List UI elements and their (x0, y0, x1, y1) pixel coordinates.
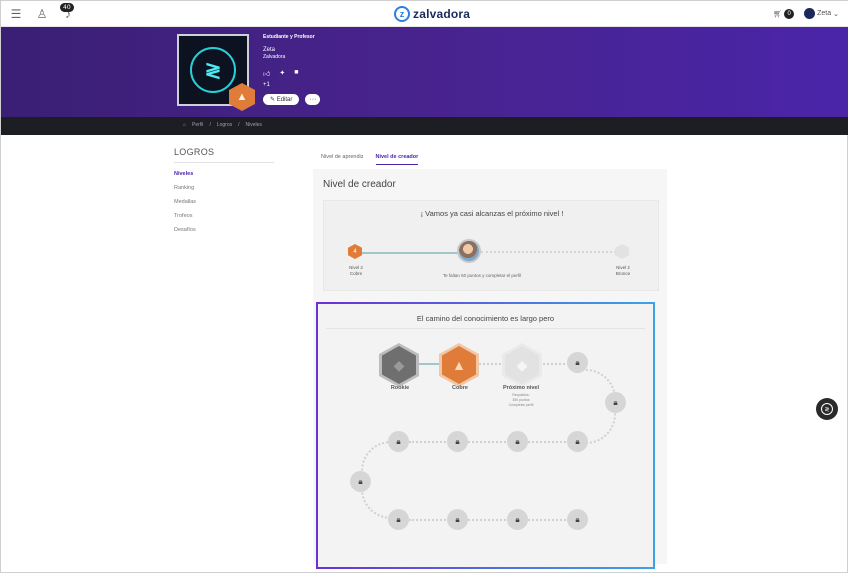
user-icon[interactable]: ♙ (35, 7, 49, 21)
breadcrumb: ⌂ Perfil / Logros / Niveles (183, 122, 262, 128)
breadcrumb-item-perfil[interactable]: Perfil (192, 122, 203, 128)
user-progress-avatar (457, 239, 481, 263)
lock-icon: 🔒︎ (567, 431, 588, 452)
breadcrumb-separator: / (238, 122, 240, 128)
sidebar-item-trofeos[interactable]: Trofeos (174, 213, 274, 219)
chevron-down-icon: ⌄ (833, 10, 839, 18)
profile-name: Zeta (263, 47, 276, 53)
progress-heading: ¡ Vamos ya casi alcanzas el próximo nive… (420, 209, 564, 218)
path-connector (409, 441, 569, 443)
sidebar-item-niveles[interactable]: Niveles (174, 171, 274, 177)
next-level-requirements: Requisitos: 350 puntos Completar perfil (508, 393, 534, 407)
progress-note: Te faltan 50 puntos y completar el perfi… (442, 273, 522, 278)
profile-role: Estudiante y Profesor (263, 34, 315, 40)
breadcrumb-item-logros[interactable]: Logros (217, 122, 232, 128)
breadcrumb-separator: / (209, 122, 211, 128)
top-bar: ☰ ♙ ♪ 40 z zalvadora 🛒︎ 0 Zeta ⌄ (1, 1, 848, 27)
like-icon[interactable]: 👍︎ (263, 69, 270, 78)
tab-nivel-aprendiz[interactable]: Nivel de aprendiz (321, 154, 364, 165)
level-label-next: Próximo nivel (502, 385, 540, 391)
sidebar-item-medallas[interactable]: Medallas (174, 199, 274, 205)
lock-icon: 🔒︎ (567, 352, 588, 373)
breadcrumb-item-niveles: Niveles (245, 122, 262, 128)
progress-remaining-line (481, 251, 616, 253)
avatar (804, 8, 816, 19)
lock-icon: 🔒︎ (507, 431, 528, 452)
cart-count: 0 (784, 8, 795, 19)
logros-sidebar: LOGROS Niveles Ranking Medallas Trofeos … (174, 147, 274, 233)
divider (326, 328, 645, 329)
edit-label: Editar (276, 97, 293, 103)
page-title: Nivel de creador (323, 179, 396, 190)
lock-icon: 🔒︎ (388, 431, 409, 452)
more-options-button[interactable]: ··· (305, 94, 321, 105)
lock-icon: 🔒︎ (447, 431, 468, 452)
current-level-label: Nivel 2 Cobre (349, 265, 363, 276)
cart-icon: 🛒︎ (773, 10, 783, 18)
notification-count: 40 (60, 3, 74, 12)
profile-extra: +1 (263, 82, 270, 88)
floating-action-button[interactable]: ≷ (816, 398, 838, 420)
app-window: ☰ ♙ ♪ 40 z zalvadora 🛒︎ 0 Zeta ⌄ ≷ ▲ Est… (0, 0, 848, 573)
progress-line (356, 252, 468, 254)
lock-icon: 🔒︎ (507, 509, 528, 530)
lock-icon: 🔒︎ (388, 509, 409, 530)
edit-profile-button[interactable]: ✎ Editar (263, 94, 300, 105)
zalvadora-icon: ≷ (821, 403, 833, 415)
tab-nivel-creador[interactable]: Nivel de creador (375, 154, 419, 165)
level-label-rookie: Rookie (390, 385, 410, 391)
user-menu[interactable]: Zeta ⌄ (804, 8, 839, 19)
menu-icon[interactable]: ☰ (9, 7, 23, 21)
path-connector (409, 519, 569, 521)
cart-button[interactable]: 🛒︎ 0 (773, 8, 795, 19)
sidebar-item-desafios[interactable]: Desafíos (174, 227, 274, 233)
lock-icon: 🔒︎ (350, 471, 371, 492)
breadcrumb-bar: ⌂ Perfil / Logros / Niveles (1, 117, 848, 135)
linkedin-icon[interactable]: ■ (294, 69, 298, 78)
path-connector (539, 363, 569, 365)
lock-icon: 🔒︎ (605, 392, 626, 413)
twitter-icon[interactable]: ✦ (279, 69, 285, 78)
user-name: Zeta (817, 10, 832, 17)
profile-org: Zalvadora (263, 54, 286, 60)
lock-icon: 🔒︎ (447, 509, 468, 530)
level-tabs: Nivel de aprendiz Nivel de creador (321, 154, 419, 165)
sidebar-item-ranking[interactable]: Ranking (174, 185, 274, 191)
next-level-label: Nivel 2 Bronce (615, 265, 631, 276)
brand-logo[interactable]: z zalvadora (394, 6, 470, 22)
profile-hero: ≷ ▲ Estudiante y Profesor Zeta Zalvadora… (1, 27, 848, 117)
zalvadora-logo-icon: ≷ (190, 47, 236, 93)
brand-name: zalvadora (413, 7, 471, 21)
logo-icon: z (394, 6, 410, 22)
sidebar-title: LOGROS (174, 147, 274, 163)
lock-icon: 🔒︎ (567, 509, 588, 530)
level-label-cobre: Cobre (452, 385, 468, 391)
path-heading: El camino del conocimiento es largo pero (416, 314, 555, 323)
home-icon[interactable]: ⌂ (183, 122, 186, 128)
